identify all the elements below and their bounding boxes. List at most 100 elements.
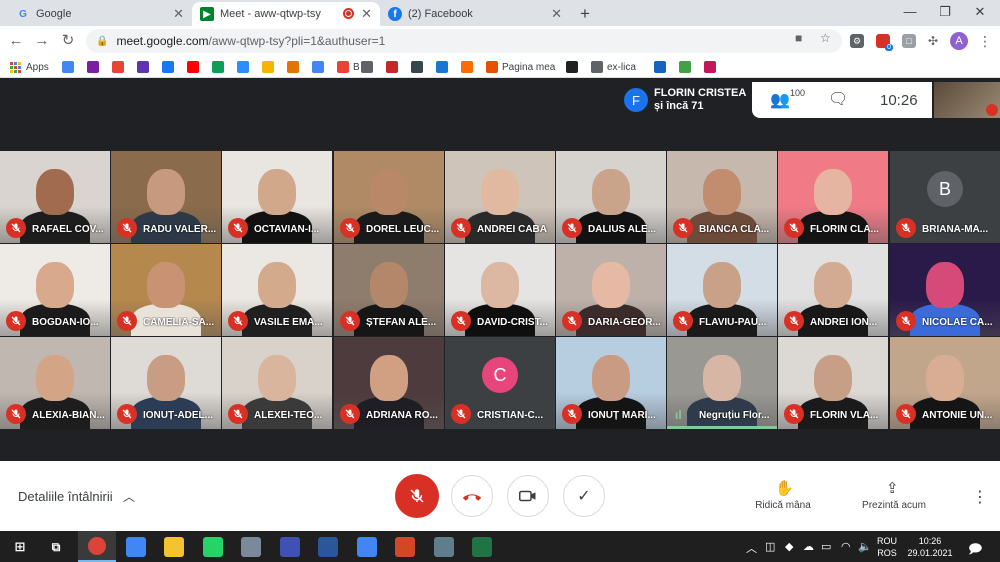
participant-tile[interactable]: ıl Negruțiu Flor...	[667, 337, 777, 429]
participant-tile[interactable]: FLAVIU-PAU...	[667, 244, 777, 336]
language-indicator[interactable]: ROU ROS	[876, 535, 898, 559]
extension-badge-icon[interactable]: 0	[876, 34, 893, 51]
participant-tile[interactable]: DALIUS ALE...	[556, 151, 666, 243]
participant-tile[interactable]: ADRIANA RO...	[334, 337, 444, 429]
bookmark-item[interactable]	[461, 59, 477, 75]
whatsapp-icon[interactable]	[202, 537, 223, 557]
leave-call-button[interactable]	[451, 475, 493, 517]
restore-button[interactable]: ❐	[930, 4, 960, 20]
participant-tile[interactable]: BIANCA CLA...	[667, 151, 777, 243]
participant-tile[interactable]: BOGDAN-IO...	[0, 244, 110, 336]
bookmark-item[interactable]	[137, 59, 153, 75]
raise-hand-button[interactable]: Ridică mâna	[752, 500, 814, 511]
raise-hand-icon[interactable]: ✋	[775, 479, 794, 497]
participant-tile[interactable]: RAFAEL COV...	[0, 151, 110, 243]
task-view-icon[interactable]: ⧉	[46, 537, 66, 557]
participant-tile[interactable]: B BRIANA-MA...	[890, 151, 1000, 243]
puzzle-icon[interactable]: ✣	[926, 34, 940, 48]
meet-tray-icon[interactable]: ◫	[765, 540, 775, 553]
cloud-icon[interactable]: ☁	[803, 540, 814, 553]
bookmark-item[interactable]	[212, 59, 228, 75]
close-icon[interactable]: ✕	[173, 6, 184, 22]
minimize-button[interactable]: —	[895, 4, 925, 19]
close-icon[interactable]: ✕	[361, 6, 372, 22]
system-clock[interactable]: 10:26 29.01.2021	[903, 535, 957, 559]
tab-facebook[interactable]: f (2) Facebook ✕	[380, 2, 570, 26]
presenter-chip[interactable]: F FLORIN CRISTEA și încă 71	[618, 82, 751, 118]
participant-tile[interactable]: OCTAVIAN-I...	[222, 151, 332, 243]
participant-tile[interactable]: IONUȚ-ADEL...	[111, 337, 221, 429]
bookmark-item[interactable]	[287, 59, 303, 75]
participant-tile[interactable]: FLORIN VLA...	[778, 337, 888, 429]
meeting-details-button[interactable]: Detaliile întâlnirii	[18, 489, 113, 504]
participant-tile[interactable]: ANDREI ION...	[778, 244, 888, 336]
docs-icon[interactable]	[356, 537, 377, 557]
bookmark-apps[interactable]: Apps	[10, 59, 49, 75]
scanner-icon[interactable]	[279, 537, 300, 557]
bookmark-item[interactable]	[361, 59, 377, 75]
participant-tile[interactable]: C CRISTIAN-C...	[445, 337, 555, 429]
volume-icon[interactable]: 🔈	[858, 540, 872, 553]
bookmark-item[interactable]	[237, 59, 253, 75]
bookmark-item[interactable]	[704, 59, 720, 75]
bookmark-item[interactable]	[312, 59, 328, 75]
extension-square-icon[interactable]: □	[902, 34, 916, 48]
forward-arrow-icon[interactable]: →	[32, 32, 52, 50]
participant-tile[interactable]: ANTONIE UN...	[890, 337, 1000, 429]
participant-tile[interactable]: VASILE EMA...	[222, 244, 332, 336]
participant-tile[interactable]: ALEXEI-TEO...	[222, 337, 332, 429]
participant-tile[interactable]: IONUȚ MARI...	[556, 337, 666, 429]
bookmark-star-icon[interactable]: ☆	[820, 31, 831, 45]
chevron-up-icon[interactable]: ︿	[746, 540, 757, 556]
participant-tile[interactable]: NICOLAE CA...	[890, 244, 1000, 336]
file-explorer-icon[interactable]	[164, 537, 184, 557]
wifi-icon[interactable]: ◠	[841, 540, 851, 553]
bookmark-item[interactable]	[87, 59, 103, 75]
self-view-tile[interactable]	[934, 82, 1000, 118]
bookmark-item[interactable]	[386, 59, 402, 75]
window-close-button[interactable]: ✕	[965, 4, 995, 20]
network-icon[interactable]	[241, 537, 261, 557]
bookmark-item[interactable]	[679, 59, 695, 75]
people-icon[interactable]: 👥	[770, 90, 790, 110]
bookmark-item[interactable]	[262, 59, 278, 75]
participant-tile[interactable]: DAVID-CRIST...	[445, 244, 555, 336]
tab-google[interactable]: G Google ✕	[8, 2, 192, 26]
notifications-icon[interactable]: 🗩	[968, 540, 982, 562]
mic-toggle-button[interactable]	[395, 474, 439, 518]
bookmark-item[interactable]	[162, 59, 178, 75]
chrome-icon[interactable]	[125, 537, 146, 557]
present-screen-icon[interactable]: ⇪	[886, 479, 899, 497]
participant-tile[interactable]: ANDREI CABA	[445, 151, 555, 243]
url-input[interactable]: 🔒 meet.google.com/aww-qtwp-tsy?pli=1&aut…	[86, 29, 842, 53]
back-arrow-icon[interactable]: ←	[6, 32, 26, 50]
extension-gear-icon[interactable]: ⚙	[850, 34, 864, 48]
bookmark-item[interactable]	[654, 59, 670, 75]
bookmark-item[interactable]	[411, 59, 427, 75]
bookmark-item[interactable]: Pagina mea	[486, 59, 555, 75]
more-options-icon[interactable]: ⋮	[972, 487, 988, 507]
menu-dots-icon[interactable]: ⋮	[975, 32, 995, 50]
participant-tile[interactable]: ALEXIA-BIAN...	[0, 337, 110, 429]
chevron-up-icon[interactable]: ︿	[123, 488, 135, 505]
bookmark-item[interactable]: B	[337, 59, 360, 75]
bookmark-item[interactable]	[112, 59, 128, 75]
calculator-icon[interactable]	[433, 537, 454, 557]
participant-tile[interactable]: DARIA-GEOR...	[556, 244, 666, 336]
tab-meet[interactable]: ▶ Meet - aww-qtwp-tsy ✕	[192, 2, 380, 26]
checkmark-button[interactable]: ✓	[563, 475, 605, 517]
participant-tile[interactable]: ȘTEFAN ALE...	[334, 244, 444, 336]
present-now-button[interactable]: Prezintă acum	[858, 500, 930, 511]
participant-tile[interactable]: CAMELIA-SA...	[111, 244, 221, 336]
camera-icon[interactable]: ■	[795, 31, 802, 45]
profile-avatar[interactable]: A	[950, 32, 968, 50]
word-icon[interactable]	[318, 537, 338, 557]
chrome-profile-icon[interactable]	[78, 531, 116, 562]
new-tab-button[interactable]: +	[572, 2, 598, 26]
bookmark-item[interactable]	[62, 59, 78, 75]
participant-tile[interactable]: RADU VALER...	[111, 151, 221, 243]
reload-icon[interactable]: ↻	[58, 32, 78, 50]
close-icon[interactable]: ✕	[551, 6, 562, 22]
dropbox-icon[interactable]: ◆	[785, 540, 793, 553]
excel-icon[interactable]	[472, 537, 492, 557]
